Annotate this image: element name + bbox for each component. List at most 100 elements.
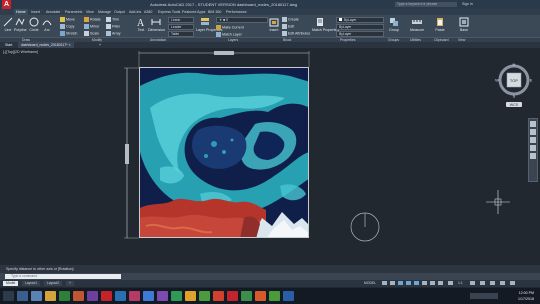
- insert-block-tool[interactable]: Insert: [268, 17, 280, 32]
- taskbar-app-icon[interactable]: [31, 291, 42, 301]
- layer-properties-tool[interactable]: Layer Properties: [196, 17, 222, 32]
- quick-access-toolbar[interactable]: [14, 2, 114, 15]
- pan-icon[interactable]: [530, 129, 536, 135]
- taskbar-app-icon[interactable]: [87, 291, 98, 301]
- arc-tool[interactable]: Arc: [42, 17, 52, 32]
- command-input[interactable]: Type a command: [5, 274, 121, 279]
- wcs-label: WCS: [510, 103, 519, 107]
- orbit-icon[interactable]: [530, 145, 536, 151]
- copy-tool[interactable]: Copy: [60, 24, 74, 29]
- taskbar-app-icon[interactable]: [45, 291, 56, 301]
- hardware-acceleration-icon[interactable]: [490, 281, 495, 285]
- trim-tool[interactable]: Trim: [106, 17, 119, 22]
- edit-attributes-tool[interactable]: Edit Attributes: [282, 31, 310, 36]
- steering-wheel-icon[interactable]: [530, 121, 536, 127]
- fillet-icon: [106, 24, 111, 29]
- viewcube-n-label[interactable]: N: [513, 62, 516, 67]
- otrack-icon[interactable]: [422, 281, 427, 285]
- fillet-tool[interactable]: Fillet: [106, 24, 120, 29]
- satellite-image[interactable]: [139, 67, 309, 238]
- add-layout-icon[interactable]: +: [66, 281, 74, 286]
- taskbar-app-icon[interactable]: [213, 291, 224, 301]
- annotation-visibility-icon[interactable]: [448, 281, 453, 285]
- leader-dropdown[interactable]: Leader: [168, 24, 194, 30]
- mirror-tool[interactable]: Mirror: [84, 24, 99, 29]
- viewcube-w-label[interactable]: W: [495, 78, 499, 83]
- clean-screen-icon[interactable]: [500, 281, 505, 285]
- showmotion-icon[interactable]: [530, 153, 536, 159]
- line-tool[interactable]: Line: [3, 17, 13, 32]
- text-tool[interactable]: A Text: [136, 17, 146, 32]
- workspace-gear-icon[interactable]: [470, 281, 475, 285]
- taskbar-app-icon[interactable]: [143, 291, 154, 301]
- measure-tool[interactable]: Measure: [410, 17, 424, 32]
- taskbar-app-icon[interactable]: [255, 291, 266, 301]
- viewcube-s-label[interactable]: S: [513, 94, 516, 99]
- viewcube[interactable]: TOP N S E W WCS: [494, 60, 534, 108]
- start-button-icon[interactable]: [3, 291, 14, 301]
- match-properties-tool[interactable]: Match Properties: [312, 17, 339, 32]
- clock-date: 1/17/2018: [518, 297, 534, 301]
- lineweight-icon[interactable]: [430, 281, 435, 285]
- base-view-tool[interactable]: Base: [458, 17, 470, 32]
- model-space-toggle[interactable]: MODEL: [364, 281, 376, 286]
- navigation-bar[interactable]: [528, 118, 538, 182]
- grid-icon[interactable]: [382, 281, 387, 285]
- search-input[interactable]: Type a keyword or phrase: [395, 2, 457, 7]
- linetype-dropdown[interactable]: ByLayer: [336, 24, 384, 30]
- taskbar-app-icon[interactable]: [171, 291, 182, 301]
- taskbar-app-icon[interactable]: [129, 291, 140, 301]
- group-tool[interactable]: Group: [388, 17, 400, 32]
- close-tab-icon[interactable]: ×: [69, 43, 71, 47]
- isolate-objects-icon[interactable]: [480, 281, 485, 285]
- mirror-label: Mirror: [90, 24, 100, 29]
- snap-icon[interactable]: [390, 281, 395, 285]
- taskbar-app-icon[interactable]: [157, 291, 168, 301]
- taskbar-app-icon[interactable]: [283, 291, 294, 301]
- dimension-tool[interactable]: Dimension: [148, 17, 165, 32]
- tab-layout1[interactable]: Layout1: [22, 281, 41, 286]
- color-dropdown[interactable]: ByLayer: [336, 17, 384, 23]
- paste-tool[interactable]: Paste: [434, 17, 446, 32]
- linear-dropdown[interactable]: Linear: [168, 17, 194, 23]
- taskbar-app-icon[interactable]: [241, 291, 252, 301]
- create-block-tool[interactable]: Create: [282, 17, 299, 22]
- trim-label: Trim: [112, 17, 120, 22]
- taskbar-app-icon[interactable]: [17, 291, 28, 301]
- taskbar-autocad-icon[interactable]: [227, 291, 238, 301]
- polyline-tool[interactable]: Polyline: [14, 17, 27, 32]
- transparency-icon[interactable]: [438, 281, 443, 285]
- tab-layout2[interactable]: Layout2: [44, 281, 63, 286]
- taskbar-app-icon[interactable]: [269, 291, 280, 301]
- system-tray[interactable]: [470, 293, 498, 299]
- zoom-icon[interactable]: [530, 137, 536, 143]
- osnap-icon[interactable]: [414, 281, 419, 285]
- move-tool[interactable]: Move: [60, 17, 75, 22]
- tab-model[interactable]: Model: [3, 281, 19, 286]
- edit-block-tool[interactable]: Edit: [282, 24, 294, 29]
- taskbar-app-icon[interactable]: [59, 291, 70, 301]
- array-tool[interactable]: Array: [106, 31, 121, 36]
- rotate-icon: [84, 17, 89, 22]
- polar-icon[interactable]: [406, 281, 411, 285]
- left-dimension-text[interactable]: [125, 144, 129, 164]
- top-dimension-text[interactable]: [214, 51, 234, 55]
- taskbar-app-icon[interactable]: [73, 291, 84, 301]
- taskbar-app-icon[interactable]: [115, 291, 126, 301]
- stretch-tool[interactable]: Stretch: [60, 31, 77, 36]
- annotation-scale[interactable]: 1:1: [458, 281, 463, 286]
- ortho-icon[interactable]: [398, 281, 403, 285]
- viewcube-e-label[interactable]: E: [530, 78, 533, 83]
- taskbar-app-icon[interactable]: [199, 291, 210, 301]
- scale-tool[interactable]: Scale: [84, 31, 99, 36]
- make-current-tool[interactable]: Make Current: [216, 25, 244, 30]
- taskbar-app-icon[interactable]: [101, 291, 112, 301]
- layer-dropdown[interactable]: ☀ ■ 0: [216, 17, 268, 23]
- sign-in-link[interactable]: Sign In: [462, 2, 482, 7]
- taskbar-clock[interactable]: 12:00 PM 1/17/2018: [504, 290, 534, 302]
- customize-menu-icon[interactable]: [510, 281, 515, 285]
- autocad-logo-icon[interactable]: A: [2, 0, 11, 9]
- taskbar-app-icon[interactable]: [185, 291, 196, 301]
- circle-tool[interactable]: Circle: [29, 17, 39, 32]
- rotate-tool[interactable]: Rotate: [84, 17, 101, 22]
